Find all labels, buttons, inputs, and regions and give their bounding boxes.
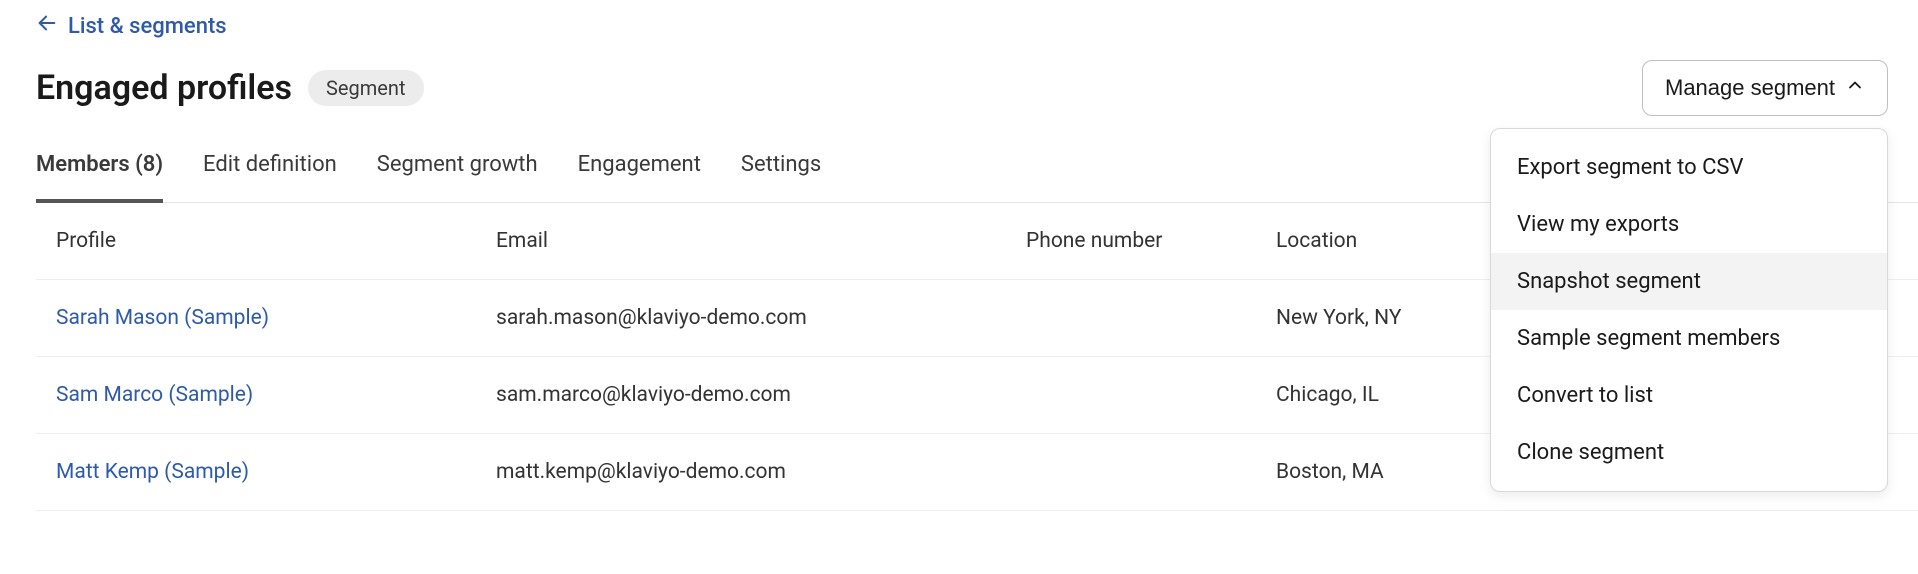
tab[interactable]: Edit definition: [203, 152, 337, 202]
tab[interactable]: Segment growth: [377, 152, 538, 202]
breadcrumb-back[interactable]: List & segments: [36, 12, 1918, 40]
chevron-up-icon: [1845, 75, 1865, 101]
manage-segment-dropdown: Export segment to CSVView my exportsSnap…: [1490, 128, 1888, 492]
profile-link[interactable]: Sarah Mason (Sample): [56, 306, 496, 330]
manage-segment-label: Manage segment: [1665, 75, 1835, 101]
column-header: Email: [496, 229, 1026, 253]
column-header: Phone number: [1026, 229, 1276, 253]
dropdown-item[interactable]: Sample segment members: [1491, 310, 1887, 367]
dropdown-item[interactable]: Clone segment: [1491, 424, 1887, 481]
arrow-left-icon: [36, 12, 58, 40]
email-cell: sarah.mason@klaviyo-demo.com: [496, 306, 1026, 330]
tab[interactable]: Settings: [741, 152, 821, 202]
profile-link[interactable]: Sam Marco (Sample): [56, 383, 496, 407]
dropdown-item[interactable]: Export segment to CSV: [1491, 139, 1887, 196]
tab[interactable]: Engagement: [578, 152, 701, 202]
dropdown-item[interactable]: Snapshot segment: [1491, 253, 1887, 310]
breadcrumb-label: List & segments: [68, 14, 227, 39]
segment-badge: Segment: [308, 70, 423, 106]
column-header: Profile: [56, 229, 496, 253]
email-cell: sam.marco@klaviyo-demo.com: [496, 383, 1026, 407]
dropdown-item[interactable]: View my exports: [1491, 196, 1887, 253]
manage-segment-button[interactable]: Manage segment: [1642, 60, 1888, 116]
page-title: Engaged profiles: [36, 68, 292, 108]
dropdown-item[interactable]: Convert to list: [1491, 367, 1887, 424]
tab[interactable]: Members (8): [36, 152, 163, 203]
profile-link[interactable]: Matt Kemp (Sample): [56, 460, 496, 484]
email-cell: matt.kemp@klaviyo-demo.com: [496, 460, 1026, 484]
